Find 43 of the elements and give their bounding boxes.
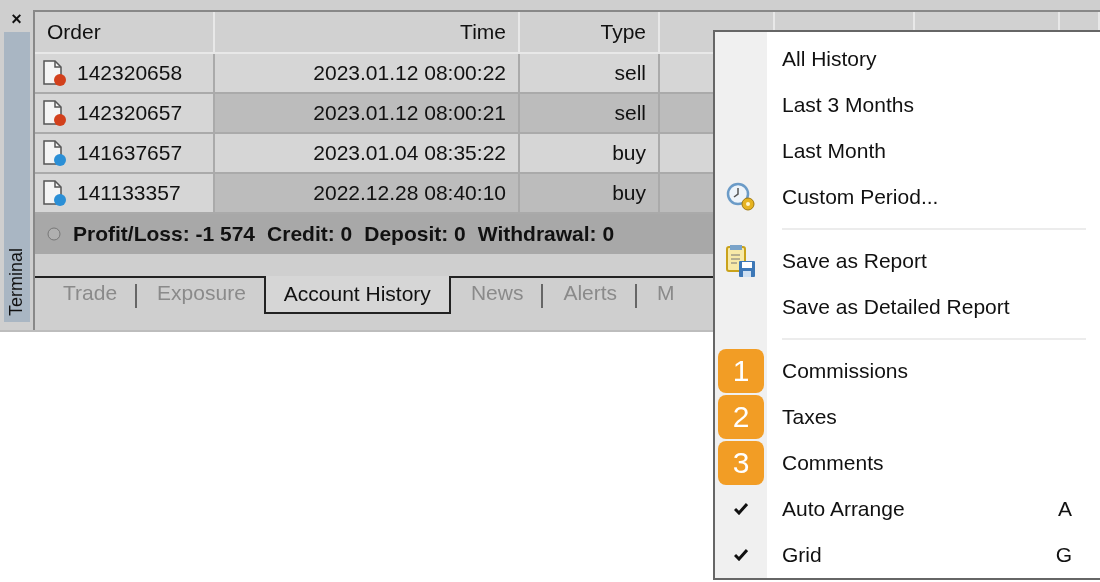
menu-item[interactable]: Auto Arrange A bbox=[715, 486, 1100, 532]
column-header[interactable]: Type bbox=[520, 12, 660, 54]
order-icon bbox=[41, 99, 67, 127]
number-badge: 2 bbox=[718, 395, 764, 439]
summary-text: Credit: 0 bbox=[267, 222, 353, 246]
table-cell: 2023.01.12 08:00:21 bbox=[215, 94, 520, 134]
order-number: 142320658 bbox=[77, 61, 183, 85]
menu-item[interactable]: Custom Period... bbox=[715, 174, 1100, 220]
order-icon bbox=[41, 59, 67, 87]
menu-item[interactable]: Save as Report bbox=[715, 238, 1100, 284]
order-number: 141133357 bbox=[77, 181, 181, 205]
panel-title: Terminal bbox=[6, 246, 27, 318]
menu-item[interactable]: Save as Detailed Report bbox=[715, 284, 1100, 330]
column-header[interactable]: Time bbox=[215, 12, 520, 54]
save-report-icon bbox=[725, 244, 757, 278]
order-number: 142320657 bbox=[77, 101, 183, 125]
table-cell: buy bbox=[520, 134, 660, 174]
summary-text: Deposit: 0 bbox=[364, 222, 466, 246]
number-badge: 3 bbox=[718, 441, 764, 485]
close-button[interactable]: × bbox=[11, 10, 22, 32]
table-cell: sell bbox=[520, 54, 660, 94]
order-number: 141637657 bbox=[77, 141, 183, 165]
column-header[interactable]: Order bbox=[35, 12, 215, 54]
order-icon bbox=[41, 179, 67, 207]
order-icon bbox=[41, 139, 67, 167]
menu-item[interactable]: 3 Comments bbox=[715, 440, 1100, 486]
menu-item[interactable]: 2 Taxes bbox=[715, 394, 1100, 440]
table-cell: 2023.01.04 08:35:22 bbox=[215, 134, 520, 174]
table-cell: sell bbox=[520, 94, 660, 134]
menu-item[interactable]: Grid G bbox=[715, 532, 1100, 578]
summary-text: Withdrawal: 0 bbox=[477, 222, 615, 246]
menu-item[interactable]: 1 Commissions bbox=[715, 348, 1100, 394]
table-cell: buy bbox=[520, 174, 660, 214]
menu-item[interactable]: Last 3 Months bbox=[715, 82, 1100, 128]
status-dot-icon bbox=[47, 227, 61, 241]
summary-text: Profit/Loss: -1 574 bbox=[73, 222, 256, 246]
menu-item[interactable]: Last Month bbox=[715, 128, 1100, 174]
number-badge: 1 bbox=[718, 349, 764, 393]
clock-gear-icon bbox=[726, 182, 756, 212]
menu-item[interactable]: All History bbox=[715, 36, 1100, 82]
table-cell: 2022.12.28 08:40:10 bbox=[215, 174, 520, 214]
table-cell: 2023.01.12 08:00:22 bbox=[215, 54, 520, 94]
tab[interactable]: Account History bbox=[263, 276, 451, 314]
